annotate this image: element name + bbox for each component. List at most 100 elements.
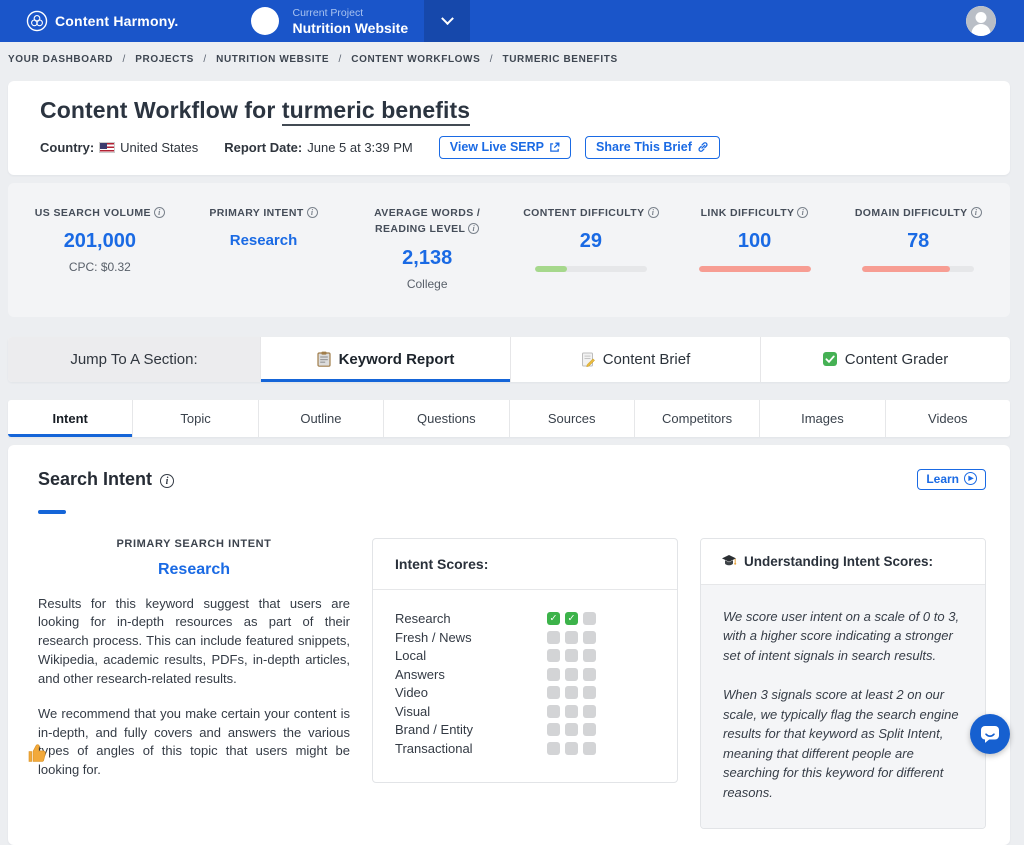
score-row-fresh-news: Fresh / News bbox=[395, 628, 655, 647]
intent-description-paragraph: Results for this keyword suggest that us… bbox=[38, 595, 350, 689]
intent-squares-5 bbox=[547, 705, 596, 718]
info-icon[interactable] bbox=[648, 207, 659, 218]
tab-competitors[interactable]: Competitors bbox=[635, 400, 760, 437]
tab-intent[interactable]: Intent bbox=[8, 400, 133, 437]
heading-accent-dash bbox=[38, 510, 66, 514]
section-tab-content-grader[interactable]: Content Grader bbox=[760, 337, 1010, 382]
intent-scores-card: Intent Scores: Research✓✓ Fresh / News L… bbox=[372, 538, 678, 783]
info-icon[interactable] bbox=[971, 207, 982, 218]
link-icon bbox=[697, 141, 709, 153]
understanding-body: We score user intent on a scale of 0 to … bbox=[701, 585, 985, 829]
search-intent-section: Search Intent Learn PRIMARY SEARCH INTEN… bbox=[8, 445, 1010, 845]
stat-value[interactable]: 2,138 bbox=[359, 247, 495, 270]
breadcrumb-project[interactable]: NUTRITION WEBSITE bbox=[216, 54, 329, 65]
empty-square-icon bbox=[547, 686, 560, 699]
tab-questions[interactable]: Questions bbox=[384, 400, 509, 437]
stat-value[interactable]: 78 bbox=[850, 230, 986, 253]
empty-square-icon bbox=[583, 742, 596, 755]
section-tab-keyword-report[interactable]: Keyword Report bbox=[260, 337, 510, 382]
page-title: Content Workflow for turmeric benefits bbox=[40, 97, 986, 124]
empty-square-icon bbox=[583, 723, 596, 736]
info-icon[interactable] bbox=[468, 223, 479, 234]
breadcrumb-workflows[interactable]: CONTENT WORKFLOWS bbox=[351, 54, 480, 65]
stat-bar-fill-4 bbox=[699, 266, 811, 272]
project-avatar bbox=[251, 7, 279, 35]
tab-videos[interactable]: Videos bbox=[886, 400, 1010, 437]
score-row-visual: Visual bbox=[395, 702, 655, 721]
user-avatar[interactable] bbox=[966, 6, 996, 36]
empty-square-icon bbox=[547, 723, 560, 736]
stat-value[interactable]: 29 bbox=[523, 230, 659, 253]
tab-images[interactable]: Images bbox=[760, 400, 885, 437]
empty-square-icon bbox=[565, 686, 578, 699]
primary-search-intent-value[interactable]: Research bbox=[38, 561, 350, 579]
empty-square-icon bbox=[565, 649, 578, 662]
project-dropdown-button[interactable] bbox=[424, 0, 470, 42]
brand-name: Content Harmony. bbox=[55, 13, 179, 29]
project-selector[interactable]: Current Project Nutrition Website bbox=[251, 0, 471, 42]
breadcrumb-projects[interactable]: PROJECTS bbox=[135, 54, 194, 65]
person-icon bbox=[966, 6, 996, 36]
content-harmony-logo-icon bbox=[26, 10, 48, 32]
info-icon[interactable] bbox=[160, 474, 174, 488]
country-value: United States bbox=[120, 140, 198, 155]
empty-square-icon bbox=[583, 612, 596, 625]
check-square-icon: ✓ bbox=[547, 612, 560, 625]
intent-scores-title: Intent Scores: bbox=[373, 539, 677, 590]
stat-label: US SEARCH VOLUME bbox=[32, 205, 168, 221]
empty-square-icon bbox=[583, 668, 596, 681]
project-label: Current Project bbox=[293, 7, 409, 19]
empty-square-icon bbox=[565, 705, 578, 718]
stat-sub: CPC: $0.32 bbox=[32, 260, 168, 274]
intent-squares-2 bbox=[547, 649, 596, 662]
understanding-paragraph-1: We score user intent on a scale of 0 to … bbox=[723, 607, 963, 666]
brand-logo[interactable]: Content Harmony. bbox=[26, 10, 179, 32]
primary-intent-column: PRIMARY SEARCH INTENT Research Results f… bbox=[38, 538, 350, 830]
view-live-serp-label: View Live SERP bbox=[450, 140, 544, 154]
green-check-icon bbox=[823, 352, 837, 366]
view-live-serp-button[interactable]: View Live SERP bbox=[439, 136, 571, 159]
tab-sources[interactable]: Sources bbox=[510, 400, 635, 437]
stat-bar-fill-5 bbox=[862, 266, 949, 272]
stat-value[interactable]: 100 bbox=[687, 230, 823, 253]
empty-square-icon bbox=[583, 631, 596, 644]
info-icon[interactable] bbox=[154, 207, 165, 218]
empty-square-icon bbox=[565, 723, 578, 736]
empty-square-icon bbox=[583, 705, 596, 718]
stat-value[interactable]: 201,000 bbox=[32, 230, 168, 253]
breadcrumb-dashboard[interactable]: YOUR DASHBOARD bbox=[8, 54, 113, 65]
stat-search-volume: US SEARCH VOLUME 201,000 CPC: $0.32 bbox=[18, 205, 182, 291]
score-row-research: Research✓✓ bbox=[395, 610, 655, 629]
intent-squares-4 bbox=[547, 686, 596, 699]
empty-square-icon bbox=[547, 668, 560, 681]
tab-topic[interactable]: Topic bbox=[133, 400, 258, 437]
keyword-stats-band: US SEARCH VOLUME 201,000 CPC: $0.32 PRIM… bbox=[8, 183, 1010, 317]
section-tab-content-brief[interactable]: Content Brief bbox=[510, 337, 760, 382]
stat-value[interactable]: Research bbox=[196, 232, 332, 249]
breadcrumb-separator: / bbox=[339, 54, 342, 65]
breadcrumb-separator: / bbox=[122, 54, 125, 65]
memo-pencil-icon bbox=[581, 352, 595, 367]
stat-label: AVERAGE WORDS / READING LEVEL bbox=[359, 205, 495, 238]
difficulty-bar bbox=[862, 266, 974, 272]
breadcrumb: YOUR DASHBOARD / PROJECTS / NUTRITION WE… bbox=[0, 42, 1024, 75]
share-brief-button[interactable]: Share This Brief bbox=[585, 136, 720, 159]
chat-widget-button[interactable] bbox=[970, 714, 1010, 754]
info-icon[interactable] bbox=[307, 207, 318, 218]
section-tab-label: Keyword Report bbox=[339, 351, 455, 368]
country-meta: Country: United States bbox=[40, 140, 198, 155]
stat-sub: College bbox=[359, 277, 495, 291]
chat-bubble-icon bbox=[980, 725, 1000, 744]
learn-button[interactable]: Learn bbox=[917, 469, 986, 490]
report-tab-bar: Intent Topic Outline Questions Sources C… bbox=[8, 400, 1010, 437]
empty-square-icon bbox=[583, 649, 596, 662]
empty-square-icon bbox=[565, 668, 578, 681]
breadcrumb-keyword[interactable]: TURMERIC BENEFITS bbox=[503, 54, 618, 65]
section-heading: Search Intent bbox=[38, 469, 174, 490]
share-brief-label: Share This Brief bbox=[596, 140, 692, 154]
section-tab-label: Content Brief bbox=[603, 351, 691, 368]
tab-outline[interactable]: Outline bbox=[259, 400, 384, 437]
page-title-keyword: turmeric benefits bbox=[282, 97, 470, 126]
info-icon[interactable] bbox=[797, 207, 808, 218]
section-tab-label: Content Grader bbox=[845, 351, 948, 368]
